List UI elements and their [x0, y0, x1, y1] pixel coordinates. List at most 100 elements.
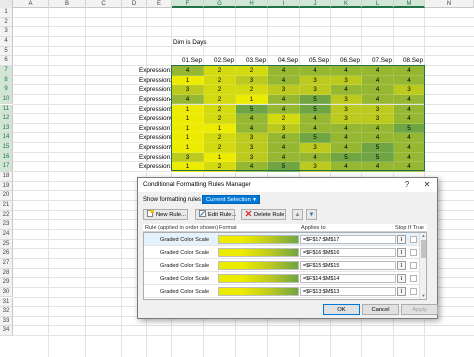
value-cell[interactable]: 3: [172, 85, 204, 95]
stop-if-true-checkbox[interactable]: [410, 249, 417, 256]
ok-button[interactable]: OK: [323, 304, 360, 315]
value-cell[interactable]: 4: [172, 94, 204, 105]
value-cell[interactable]: 5: [300, 133, 331, 144]
expression-label-cell[interactable]: Expression7: [139, 124, 173, 134]
value-cell[interactable]: 3: [236, 152, 268, 163]
value-cell[interactable]: 2: [204, 114, 236, 124]
column-header-g[interactable]: G: [204, 0, 236, 8]
show-rules-dropdown[interactable]: Current Selection ▼: [202, 195, 260, 204]
value-cell[interactable]: 4: [268, 104, 300, 115]
row-header-12[interactable]: 12: [0, 114, 13, 124]
value-cell[interactable]: 2: [204, 162, 236, 173]
row-header-13[interactable]: 13: [0, 123, 13, 134]
value-cell[interactable]: 2: [204, 75, 236, 86]
value-cell[interactable]: 1: [204, 152, 236, 163]
row-header-8[interactable]: 8: [0, 75, 13, 86]
rule-row[interactable]: Graded Color Scale =$F$16:$M$16 ⭱: [144, 246, 420, 259]
column-header-e[interactable]: E: [147, 0, 172, 8]
value-cell[interactable]: 3: [300, 85, 331, 95]
value-cell[interactable]: 2: [236, 65, 268, 76]
rule-row[interactable]: Graded Color Scale =$F$15:$M$15 ⭱: [144, 259, 420, 272]
value-cell[interactable]: 3: [300, 162, 331, 173]
value-cell[interactable]: 4: [300, 123, 331, 134]
value-cell[interactable]: 1: [172, 143, 204, 153]
value-cell[interactable]: 4: [268, 152, 300, 163]
value-cell[interactable]: 4: [362, 75, 394, 86]
value-cell[interactable]: 5: [362, 152, 394, 163]
value-cell[interactable]: 4: [394, 94, 425, 105]
value-cell[interactable]: 2: [268, 114, 300, 124]
rule-row[interactable]: Graded Color Scale =$F$17:$M$17 ⭱: [144, 233, 420, 246]
column-header-n[interactable]: N: [425, 0, 474, 8]
expression-label-cell[interactable]: Expression9: [139, 143, 173, 153]
column-header-k[interactable]: K: [331, 0, 362, 8]
row-header-19[interactable]: 19: [0, 181, 13, 192]
value-cell[interactable]: 1: [172, 133, 204, 144]
row-header-32[interactable]: 32: [0, 307, 13, 317]
value-cell[interactable]: 5: [300, 94, 331, 105]
value-cell[interactable]: 4: [268, 94, 300, 105]
row-header-26[interactable]: 26: [0, 249, 13, 259]
row-header-20[interactable]: 20: [0, 191, 13, 201]
value-cell[interactable]: 3: [331, 94, 362, 105]
value-cell[interactable]: 4: [394, 114, 425, 124]
rules-list[interactable]: Graded Color Scale =$F$17:$M$17 ⭱ Graded Co…: [143, 232, 427, 300]
cancel-button[interactable]: Cancel: [362, 304, 399, 315]
value-cell[interactable]: 4: [268, 133, 300, 144]
row-header-6[interactable]: 6: [0, 56, 13, 66]
value-cell[interactable]: 5: [362, 143, 394, 153]
row-header-27[interactable]: 27: [0, 258, 13, 269]
value-cell[interactable]: 1: [236, 94, 268, 105]
close-button[interactable]: ✕: [418, 178, 436, 192]
value-cell[interactable]: 3: [172, 152, 204, 163]
expression-label-cell[interactable]: Expression2: [139, 76, 173, 86]
column-header-a[interactable]: A: [13, 0, 49, 8]
expression-label-cell[interactable]: Expression8: [139, 133, 173, 143]
scroll-down-icon[interactable]: ▼: [420, 293, 426, 299]
expression-label-cell[interactable]: Expression4: [139, 95, 173, 105]
delete-rule-button[interactable]: Delete Rule: [241, 209, 286, 220]
value-cell[interactable]: 3: [300, 75, 331, 86]
rule-row[interactable]: Graded Color Scale =$F$13:$M$13 ⭱: [144, 285, 420, 298]
column-header-l[interactable]: L: [362, 0, 394, 8]
value-cell[interactable]: 1: [172, 75, 204, 86]
rules-scrollbar[interactable]: ▲ ▼: [419, 233, 426, 299]
value-cell[interactable]: 3: [331, 75, 362, 86]
value-cell[interactable]: 4: [362, 123, 394, 134]
collapse-dialog-icon[interactable]: ⭱: [397, 235, 406, 244]
value-cell[interactable]: 1: [172, 162, 204, 173]
row-header-25[interactable]: 25: [0, 239, 13, 250]
value-cell[interactable]: 3: [331, 114, 362, 124]
expression-label-cell[interactable]: Expression11: [139, 162, 173, 172]
value-cell[interactable]: 2: [204, 104, 236, 115]
expression-label-cell[interactable]: Expression1: [139, 66, 173, 76]
value-cell[interactable]: 3: [268, 85, 300, 95]
rule-row[interactable]: Graded Color Scale =$F$14:$M$14 ⭱: [144, 272, 420, 285]
applies-to-field[interactable]: =$F$16:$M$16: [300, 248, 396, 257]
value-cell[interactable]: 1: [204, 123, 236, 134]
row-header-3[interactable]: 3: [0, 27, 13, 37]
help-button[interactable]: ?: [398, 178, 416, 192]
value-cell[interactable]: 3: [362, 114, 394, 124]
row-header-5[interactable]: 5: [0, 46, 13, 57]
value-cell[interactable]: 3: [236, 143, 268, 153]
date-header-cell[interactable]: 01.Sep: [172, 56, 204, 66]
stop-if-true-checkbox[interactable]: [410, 262, 417, 269]
value-cell[interactable]: 2: [204, 133, 236, 144]
column-header-b[interactable]: B: [49, 0, 86, 8]
value-cell[interactable]: 4: [394, 75, 425, 86]
new-rule-button[interactable]: New Rule...: [143, 209, 188, 220]
expression-label-cell[interactable]: Expression3: [139, 85, 173, 95]
apply-button[interactable]: Apply: [401, 304, 438, 315]
date-header-cell[interactable]: 07.Sep: [362, 56, 394, 66]
value-cell[interactable]: 2: [204, 94, 236, 105]
column-header-j[interactable]: J: [300, 0, 331, 8]
value-cell[interactable]: 1: [172, 104, 204, 115]
stop-if-true-checkbox[interactable]: [410, 275, 417, 282]
row-header-24[interactable]: 24: [0, 229, 13, 240]
value-cell[interactable]: 4: [362, 162, 394, 173]
expression-label-cell[interactable]: Expression10: [139, 153, 173, 163]
value-cell[interactable]: 4: [394, 152, 425, 163]
value-cell[interactable]: 5: [300, 104, 331, 115]
value-cell[interactable]: 4: [331, 123, 362, 134]
